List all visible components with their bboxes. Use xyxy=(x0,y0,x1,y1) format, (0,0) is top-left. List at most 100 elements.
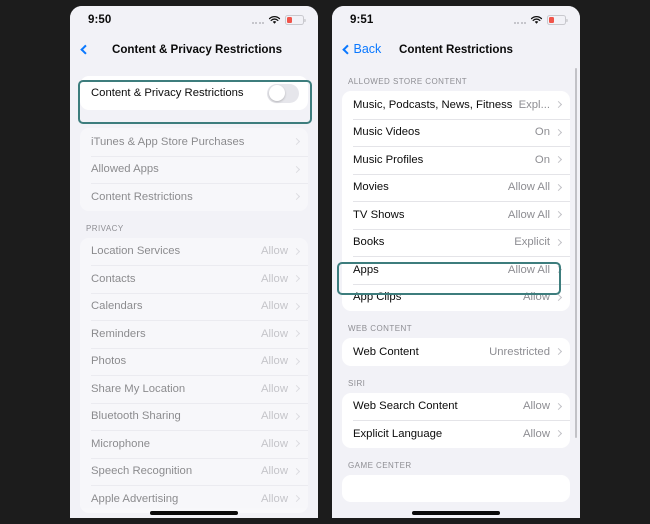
wifi-icon xyxy=(530,16,543,24)
group-header-spacer xyxy=(80,110,308,128)
group-header-privacy: PRIVACY xyxy=(86,223,124,233)
chevron-right-icon xyxy=(554,128,563,136)
screenshot-stage: 9:50 Content & Privacy Restrictions Cont… xyxy=(0,0,650,524)
row-tv-shows[interactable]: TV Shows Allow All xyxy=(342,201,570,229)
row-value: Allow xyxy=(261,245,288,258)
row-game-center-partial[interactable] xyxy=(342,475,570,503)
row-label: Microphone xyxy=(91,437,151,450)
row-itunes-app-store-purchases[interactable]: iTunes & App Store Purchases xyxy=(80,128,308,156)
row-value: Allow xyxy=(261,465,288,478)
settings-list-right[interactable]: ALLOWED STORE CONTENT Music, Podcasts, N… xyxy=(332,64,580,518)
row-share-my-location[interactable]: Share My Location Allow xyxy=(80,375,308,403)
row-allowed-apps[interactable]: Allowed Apps xyxy=(80,155,308,184)
row-web-search-content[interactable]: Web Search Content Allow xyxy=(342,393,570,421)
chevron-right-icon xyxy=(554,238,563,246)
row-label: Music, Podcasts, News, Fitness xyxy=(353,98,513,111)
row-value: Allow All xyxy=(507,208,550,221)
row-apps[interactable]: Apps Allow All xyxy=(342,256,570,284)
row-web-content[interactable]: Web Content Unrestricted xyxy=(342,338,570,366)
chevron-right-icon xyxy=(554,430,563,438)
wifi-icon xyxy=(268,16,281,24)
row-reminders[interactable]: Reminders Allow xyxy=(80,320,308,348)
row-label: Allowed Apps xyxy=(91,163,159,176)
chevron-left-icon xyxy=(342,44,352,54)
group-header-allowed-store-content: ALLOWED STORE CONTENT xyxy=(348,77,468,86)
row-value: Allow All xyxy=(507,263,550,276)
chevron-right-icon xyxy=(292,467,301,475)
row-contacts[interactable]: Contacts Allow xyxy=(80,265,308,293)
battery-low-icon xyxy=(547,15,568,25)
row-label: Content Restrictions xyxy=(91,190,193,203)
row-music-podcasts-news-fitness[interactable]: Music, Podcasts, News, Fitness Expl... xyxy=(342,91,570,119)
row-photos[interactable]: Photos Allow xyxy=(80,347,308,376)
back-label: Back xyxy=(353,42,382,56)
chevron-right-icon xyxy=(292,412,301,420)
chevron-right-icon xyxy=(554,183,563,191)
siri-card: Web Search Content Allow Explicit Langua… xyxy=(342,392,570,448)
row-label: Contacts xyxy=(91,272,136,285)
row-label: Movies xyxy=(353,181,389,194)
row-music-videos[interactable]: Music Videos On xyxy=(342,118,570,147)
toggle-card: Content & Privacy Restrictions xyxy=(80,76,308,110)
row-label: Books xyxy=(353,236,385,249)
row-value: Allow xyxy=(261,437,288,450)
row-books[interactable]: Books Explicit xyxy=(342,228,570,257)
row-label: Apple Advertising xyxy=(91,492,179,505)
row-value: Allow xyxy=(261,355,288,368)
chevron-right-icon xyxy=(292,495,301,503)
row-music-profiles[interactable]: Music Profiles On xyxy=(342,146,570,174)
game-center-card xyxy=(342,474,570,503)
chevron-right-icon xyxy=(292,385,301,393)
chevron-left-icon xyxy=(80,44,90,54)
chevron-right-icon xyxy=(292,330,301,338)
chevron-right-icon xyxy=(554,211,563,219)
group-header-game-center: GAME CENTER xyxy=(348,460,412,470)
settings-list-left[interactable]: Content & Privacy Restrictions iTunes & … xyxy=(70,64,318,518)
row-value: Unrestricted xyxy=(489,345,550,358)
row-label: Location Services xyxy=(91,245,181,258)
chevron-right-icon xyxy=(554,156,563,164)
row-value: Allow xyxy=(261,382,288,395)
row-movies[interactable]: Movies Allow All xyxy=(342,173,570,202)
row-value: On xyxy=(534,126,550,139)
row-value: Allow xyxy=(261,327,288,340)
row-explicit-language[interactable]: Explicit Language Allow xyxy=(342,420,570,448)
row-location-services[interactable]: Location Services Allow xyxy=(80,238,308,266)
row-label: Reminders xyxy=(91,327,146,340)
row-microphone[interactable]: Microphone Allow xyxy=(80,430,308,458)
signal-dots-icon xyxy=(513,16,526,24)
chevron-right-icon xyxy=(292,357,301,365)
nav-bar-right: Back Content Restrictions xyxy=(332,34,580,64)
restrictions-options-card: iTunes & App Store Purchases Allowed App… xyxy=(80,128,308,211)
vertical-scrollbar[interactable] xyxy=(574,68,577,438)
row-content-restrictions[interactable]: Content Restrictions xyxy=(80,183,308,211)
back-button-right[interactable]: Back xyxy=(342,42,381,56)
nav-bar-left: Content & Privacy Restrictions xyxy=(70,34,318,64)
privacy-card: Location Services Allow Contacts Allow C… xyxy=(80,237,308,513)
row-label: Speech Recognition xyxy=(91,465,193,478)
status-bar-right: 9:51 xyxy=(332,6,580,34)
row-label: Web Search Content xyxy=(353,400,458,413)
row-label: Apps xyxy=(353,263,379,276)
row-value: Expl... xyxy=(518,98,550,111)
chevron-right-icon xyxy=(554,293,563,301)
status-clock: 9:51 xyxy=(350,14,374,26)
status-bar-left: 9:50 xyxy=(70,6,318,34)
content-privacy-restrictions-row[interactable]: Content & Privacy Restrictions xyxy=(80,76,308,110)
group-header-siri: SIRI xyxy=(348,378,366,388)
chevron-right-icon xyxy=(292,302,301,310)
status-clock: 9:50 xyxy=(88,14,112,26)
chevron-right-icon xyxy=(292,165,301,173)
content-privacy-restrictions-switch[interactable] xyxy=(267,83,299,103)
chevron-right-icon xyxy=(292,440,301,448)
web-content-card: Web Content Unrestricted xyxy=(342,338,570,366)
row-label: TV Shows xyxy=(353,208,405,221)
row-app-clips[interactable]: App Clips Allow xyxy=(342,283,570,312)
row-calendars[interactable]: Calendars Allow xyxy=(80,292,308,321)
allowed-store-content-card: Music, Podcasts, News, Fitness Expl... M… xyxy=(342,91,570,311)
row-bluetooth-sharing[interactable]: Bluetooth Sharing Allow xyxy=(80,402,308,431)
back-button-left[interactable] xyxy=(80,44,92,54)
row-apple-advertising[interactable]: Apple Advertising Allow xyxy=(80,485,308,513)
row-value: Allow xyxy=(523,400,550,413)
row-speech-recognition[interactable]: Speech Recognition Allow xyxy=(80,457,308,486)
